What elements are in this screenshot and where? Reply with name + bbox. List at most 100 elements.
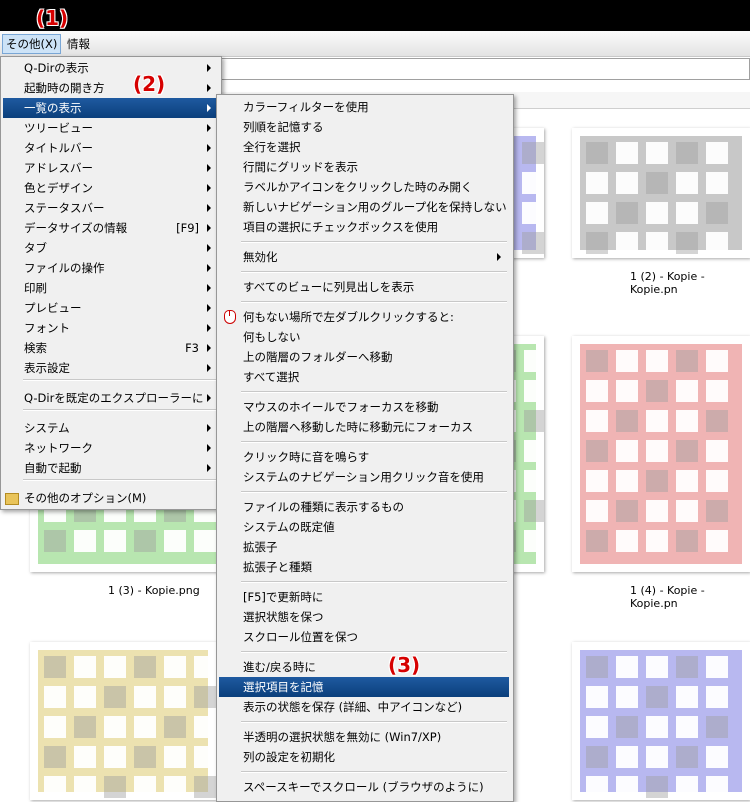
main-menu-item[interactable]: プレビュー [3,298,217,318]
submenu-item[interactable]: すべてのビューに列見出しを表示 [219,277,509,297]
submenu-item[interactable]: すべて選択 [219,367,509,387]
submenu-item[interactable]: スペースキーでスクロール (ブラウザのように) [219,777,509,797]
submenu-item-label: マウスのホイールでフォーカスを移動 [243,400,439,414]
submenu-item[interactable]: 上の階層へ移動した時に移動元にフォーカス [219,417,509,437]
main-menu-item-label: 検索 [24,341,47,355]
submenu-item-label: システムのナビゲーション用クリック音を使用 [243,470,484,484]
main-menu-item[interactable]: 起動時の開き方 [3,78,217,98]
image-thumbnail[interactable] [572,128,750,258]
main-menu-item[interactable]: フォント [3,318,217,338]
main-menu-item[interactable]: 自動で起動 [3,458,217,478]
submenu-item[interactable]: 進む/戻る時に [219,657,509,677]
main-menu-item[interactable]: タブ [3,238,217,258]
submenu-item-label: 拡張子と種類 [243,560,312,574]
main-menu-item[interactable]: システム [3,418,217,438]
main-menu-item[interactable]: ファイルの操作 [3,258,217,278]
thumbnail-caption[interactable]: 1 (4) - Kopie - Kopie.pn [630,584,750,610]
menu-separator [241,241,507,243]
submenu-item[interactable]: 行間にグリッドを表示 [219,157,509,177]
submenu-item[interactable]: 上の階層のフォルダーへ移動 [219,347,509,367]
annotation-2: (2) [133,72,166,96]
menu-bar: その他(X) 情報 [0,31,750,57]
submenu-item-label: 選択項目を記憶 [243,680,324,694]
main-menu-item[interactable]: 一覧の表示 [3,98,217,118]
main-menu-item[interactable]: Q-Dirの表示 [3,58,217,78]
submenu-item-label: 無効化 [243,250,278,264]
image-thumbnail[interactable] [572,336,750,572]
submenu-item[interactable]: システムのナビゲーション用クリック音を使用 [219,467,509,487]
main-menu-item-label: 起動時の開き方 [24,81,105,95]
submenu-item[interactable]: スクロール位置を保つ [219,627,509,647]
submenu-item-label: システムの既定値 [243,520,335,534]
submenu-arrow-icon [207,244,211,252]
main-menu-item-label: 印刷 [24,281,47,295]
submenu-item-label: 半透明の選択状態を無効に (Win7/XP) [243,730,442,744]
main-menu-item[interactable]: 印刷 [3,278,217,298]
main-menu-item[interactable]: 検索 F3 [3,338,217,358]
main-menu-item-label: アドレスバー [24,161,93,175]
submenu-arrow-icon [207,124,211,132]
submenu-item[interactable]: クリック時に音を鳴らす [219,447,509,467]
submenu-item[interactable]: ファイルの種類に表示するもの [219,497,509,517]
thumbnail-caption[interactable]: 1 (2) - Kopie - Kopie.pn [630,270,750,296]
main-menu-item[interactable]: ツリービュー [3,118,217,138]
submenu-arrow-icon [207,394,211,402]
submenu-item-label: 進む/戻る時に [243,660,316,674]
submenu-item[interactable]: 新しいナビゲーション用のグループ化を保持しない [219,197,509,217]
main-menu-item-label: フォント [24,321,70,335]
menu-other[interactable]: その他(X) [2,34,62,54]
submenu-item[interactable]: 列の設定を初期化 [219,747,509,767]
submenu-arrow-icon [207,104,211,112]
submenu-arrow-icon [207,164,211,172]
main-menu-item-label: ファイルの操作 [24,261,105,275]
submenu-item[interactable]: 拡張子 [219,537,509,557]
main-menu-item[interactable]: 色とデザイン [3,178,217,198]
submenu-item[interactable]: システムの既定値 [219,517,509,537]
main-menu-item[interactable]: ネットワーク [3,438,217,458]
submenu-item[interactable]: 項目の選択にチェックボックスを使用 [219,217,509,237]
submenu-arrow-icon [207,64,211,72]
submenu-item[interactable]: [F5]で更新時に [219,587,509,607]
menu-separator [241,301,507,303]
submenu-item[interactable]: 何もない場所で左ダブルクリックすると: [219,307,509,327]
image-thumbnail[interactable] [30,642,216,800]
submenu-arrow-icon [207,444,211,452]
main-menu-item[interactable]: 表示設定 [3,358,217,378]
main-menu-item[interactable]: Q-Dirを既定のエクスプローラーに [3,388,217,408]
list-view-submenu: カラーフィルターを使用列順を記憶する全行を選択 行間にグリッドを表示 ラベルかアイコ… [216,94,514,802]
menu-separator [23,379,217,381]
submenu-item[interactable]: 表示の状態を保存 (詳細、中アイコンなど) [219,697,509,717]
submenu-item[interactable]: 無効化 [219,247,509,267]
submenu-item[interactable]: 全行を選択 [219,137,509,157]
submenu-item[interactable]: カラーフィルターを使用 [219,97,509,117]
thumbnail-caption[interactable]: 1 (3) - Kopie.png [108,584,200,597]
main-menu-item[interactable]: アドレスバー [3,158,217,178]
address-bar[interactable] [200,58,750,80]
submenu-item[interactable]: 列順を記憶する [219,117,509,137]
submenu-item[interactable]: 何もしない [219,327,509,347]
main-menu-item-label: 自動で起動 [24,461,82,475]
annotation-3: (3) [388,653,421,677]
image-thumbnail[interactable] [572,642,750,800]
submenu-item-label: すべてのビューに列見出しを表示 [243,280,415,294]
main-menu-item[interactable]: ステータスバー [3,198,217,218]
main-menu-item[interactable]: その他のオプション(M) [3,488,217,508]
submenu-item[interactable]: 選択項目を記憶 [219,677,509,697]
submenu-item[interactable]: 選択状態を保つ [219,607,509,627]
main-dropdown-menu: Q-Dirの表示起動時の開き方一覧の表示 ツリービュー タイトルバーアドレスバー色と… [0,56,222,510]
menu-info[interactable]: 情報 [64,35,93,53]
submenu-item-label: クリック時に音を鳴らす [243,450,370,464]
menu-separator [241,391,507,393]
submenu-item-label: 列順を記憶する [243,120,324,134]
main-menu-item[interactable]: タイトルバー [3,138,217,158]
submenu-item-label: すべて選択 [243,370,300,384]
submenu-arrow-icon [207,264,211,272]
submenu-item[interactable]: 半透明の選択状態を無効に (Win7/XP) [219,727,509,747]
submenu-item[interactable]: ラベルかアイコンをクリックした時のみ開く [219,177,509,197]
submenu-item[interactable]: マウスのホイールでフォーカスを移動 [219,397,509,417]
submenu-item-label: 列の設定を初期化 [243,750,335,764]
menu-separator [241,581,507,583]
main-menu-item[interactable]: データサイズの情報 [F9] [3,218,217,238]
submenu-item[interactable]: 拡張子と種類 [219,557,509,577]
menu-separator [241,651,507,653]
